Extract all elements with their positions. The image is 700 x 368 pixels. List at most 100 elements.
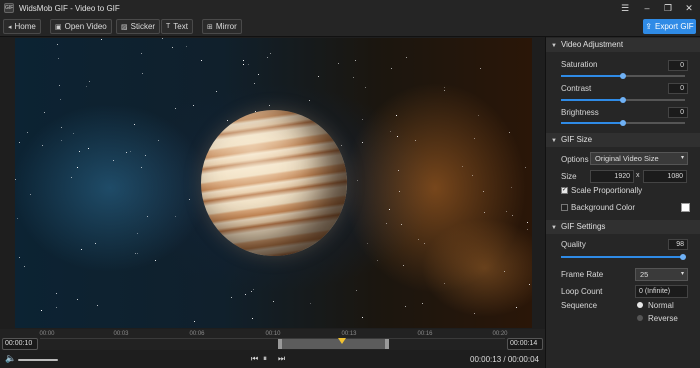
- chevron-down-icon: ▾: [680, 271, 684, 277]
- background-color-swatch[interactable]: [681, 203, 690, 212]
- star-dot: [174, 108, 176, 110]
- sticker-button[interactable]: ▨ Sticker: [116, 19, 161, 34]
- star-dot: [141, 52, 142, 54]
- height-input[interactable]: 1080: [643, 170, 687, 183]
- volume-slider[interactable]: [18, 359, 58, 361]
- star-dot: [227, 120, 229, 122]
- brightness-value[interactable]: 0: [668, 107, 688, 118]
- star-dot: [88, 147, 90, 149]
- sequence-normal-radio[interactable]: [637, 302, 643, 308]
- star-dot: [309, 302, 311, 304]
- back-arrow-icon: ◂: [8, 23, 12, 31]
- end-time-stepper[interactable]: 00:00:14 ⇕: [507, 338, 543, 357]
- size-options-select[interactable]: Original Video Size ▾: [590, 152, 688, 165]
- star-dot: [508, 132, 510, 134]
- quality-value[interactable]: 98: [668, 239, 688, 250]
- star-dot: [367, 243, 369, 245]
- quality-slider[interactable]: [561, 254, 686, 260]
- contrast-value[interactable]: 0: [668, 83, 688, 94]
- width-input[interactable]: 1920: [590, 170, 634, 183]
- quality-knob[interactable]: [679, 254, 686, 260]
- brightness-knob[interactable]: [620, 120, 626, 126]
- start-time-value: 00:00:10: [5, 340, 33, 347]
- star-dot: [172, 46, 174, 48]
- contrast-slider[interactable]: [561, 97, 685, 103]
- app-logo-icon: GIF: [4, 3, 14, 13]
- star-dot: [252, 318, 253, 320]
- star-dot: [354, 60, 356, 62]
- scale-proportionally-checkbox[interactable]: ✓: [561, 187, 568, 194]
- mirror-button[interactable]: ⊞ Mirror: [202, 19, 242, 34]
- star-dot: [230, 297, 232, 299]
- restore-button[interactable]: ❐: [657, 0, 679, 16]
- text-button[interactable]: T Text: [161, 19, 193, 34]
- star-dot: [269, 104, 271, 106]
- export-label: Export GIF: [655, 22, 694, 31]
- frame-rate-select[interactable]: 25 ▾: [635, 268, 688, 281]
- saturation-slider[interactable]: [561, 73, 685, 79]
- star-dot: [472, 174, 474, 176]
- sequence-label: Sequence: [561, 301, 598, 310]
- frame-rate-label: Frame Rate: [561, 270, 604, 279]
- close-button[interactable]: ✕: [678, 0, 700, 16]
- saturation-value[interactable]: 0: [668, 60, 688, 71]
- star-dot: [77, 166, 79, 168]
- start-time-stepper[interactable]: 00:00:10 ⇕: [2, 338, 38, 357]
- open-video-button[interactable]: ▣ Open Video: [50, 19, 112, 34]
- star-dot: [377, 260, 379, 262]
- volume-icon[interactable]: 🔈: [5, 353, 16, 364]
- star-dot: [244, 293, 246, 295]
- saturation-knob[interactable]: [620, 73, 626, 79]
- sticker-label: Sticker: [130, 22, 156, 31]
- export-gif-button[interactable]: ⇪ Export GIF: [643, 19, 696, 34]
- pause-icon[interactable]: ⏸: [263, 354, 267, 364]
- next-frame-icon[interactable]: ⏭: [278, 354, 285, 364]
- timeline-tick: 00:03: [113, 331, 129, 337]
- menu-icon[interactable]: ☰: [614, 0, 636, 16]
- end-time-value: 00:00:14: [510, 340, 538, 347]
- star-dot: [484, 211, 486, 213]
- home-button[interactable]: ◂ Home: [3, 19, 41, 34]
- selection-range-handle[interactable]: [278, 339, 389, 349]
- star-dot: [404, 306, 406, 308]
- loop-count-input[interactable]: 0 (Infinite): [635, 285, 688, 298]
- gif-settings-header[interactable]: ▼ GIF Settings: [546, 220, 700, 234]
- star-dot: [80, 249, 82, 251]
- star-dot: [362, 141, 364, 143]
- chevron-down-icon: ▾: [680, 155, 684, 161]
- sequence-reverse-radio[interactable]: [637, 315, 643, 321]
- text-icon: T: [166, 23, 171, 30]
- gif-size-header[interactable]: ▼ GIF Size: [546, 133, 700, 147]
- playhead-marker[interactable]: [338, 338, 346, 344]
- star-dot: [175, 216, 177, 218]
- star-dot: [216, 91, 218, 93]
- star-dot: [524, 167, 526, 169]
- star-dot: [272, 300, 274, 302]
- home-label: Home: [14, 22, 36, 31]
- star-dot: [515, 306, 517, 308]
- star-dot: [257, 74, 259, 76]
- star-dot: [401, 223, 403, 225]
- background-color-checkbox[interactable]: [561, 204, 568, 211]
- star-dot: [474, 137, 476, 139]
- star-dot: [243, 63, 245, 65]
- clip-duration: 00:00:04: [507, 355, 539, 364]
- star-dot: [141, 166, 143, 168]
- star-dot: [135, 252, 137, 254]
- star-dot: [389, 130, 391, 132]
- minimize-button[interactable]: –: [636, 0, 658, 16]
- star-dot: [396, 115, 398, 117]
- timeline[interactable]: 00:00 00:03 00:06 00:10 00:13 00:16 00:2…: [0, 329, 545, 357]
- timeline-tick: 00:16: [417, 331, 433, 337]
- brightness-slider[interactable]: [561, 120, 685, 126]
- contrast-knob[interactable]: [620, 97, 626, 103]
- star-dot: [398, 170, 400, 172]
- video-adjustment-header[interactable]: ▼ Video Adjustment: [546, 38, 700, 52]
- previous-frame-icon[interactable]: ⏮: [251, 354, 258, 364]
- star-dot: [112, 159, 114, 161]
- star-dot: [352, 77, 354, 79]
- star-dot: [478, 114, 480, 116]
- star-dot: [340, 145, 342, 147]
- star-dot: [270, 53, 272, 55]
- video-preview[interactable]: [15, 38, 532, 328]
